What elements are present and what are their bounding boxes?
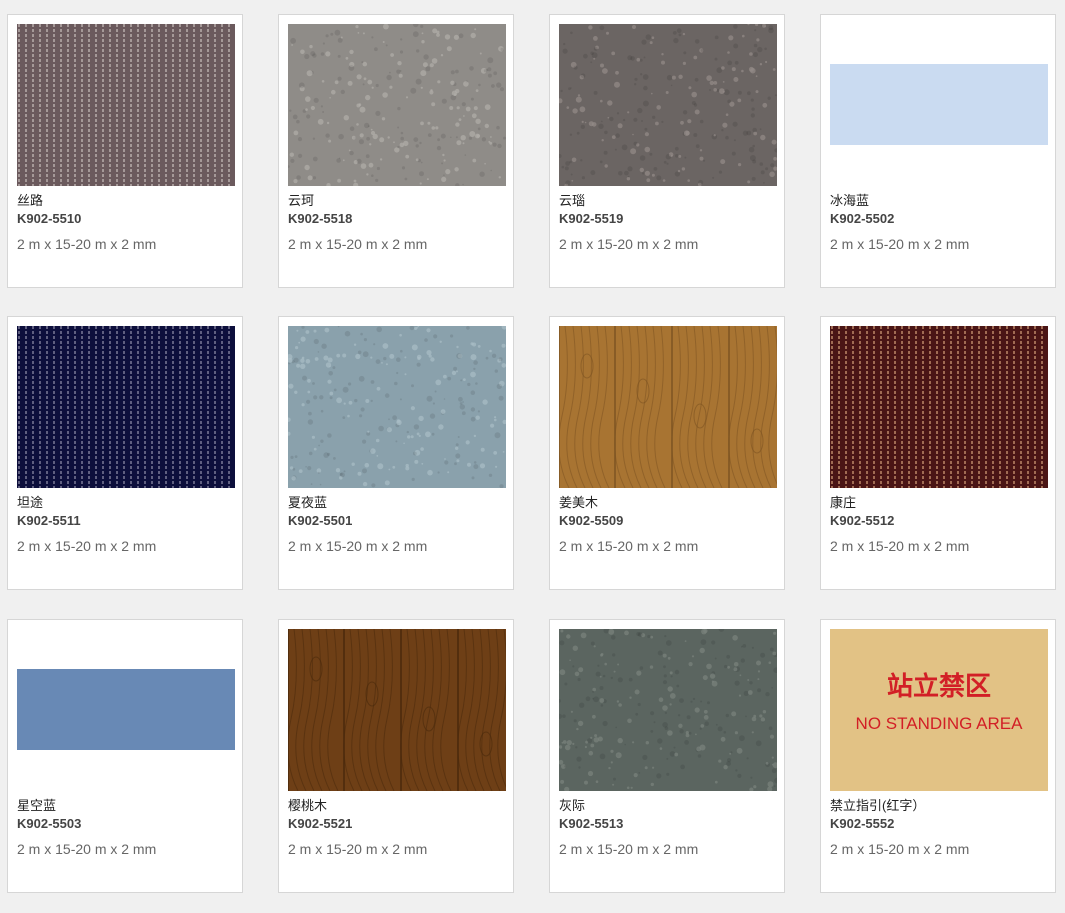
product-code: K902-5503: [17, 816, 82, 831]
product-name[interactable]: 坦途: [17, 494, 43, 511]
product-card[interactable]: 冰海蓝 K902-5502 2 m x 15-20 m x 2 mm: [820, 14, 1056, 288]
wood-swatch[interactable]: [288, 629, 506, 791]
product-code: K902-5552: [830, 816, 895, 831]
product-size: 2 m x 15-20 m x 2 mm: [17, 538, 157, 554]
solid-swatch[interactable]: [830, 64, 1048, 145]
product-name[interactable]: 禁立指引(红字）: [830, 797, 925, 814]
product-size: 2 m x 15-20 m x 2 mm: [830, 236, 970, 252]
product-size: 2 m x 15-20 m x 2 mm: [288, 236, 428, 252]
speckle-swatch[interactable]: [288, 24, 506, 186]
stripe-carpet-swatch[interactable]: [17, 24, 235, 186]
product-size: 2 m x 15-20 m x 2 mm: [17, 841, 157, 857]
solid-swatch[interactable]: [17, 669, 235, 750]
sign-chinese-text: 站立禁区: [887, 671, 991, 702]
product-code: K902-5509: [559, 513, 624, 528]
product-name[interactable]: 夏夜蓝: [288, 494, 327, 511]
product-card[interactable]: 坦途 K902-5511 2 m x 15-20 m x 2 mm: [7, 316, 243, 590]
stripe-carpet-swatch[interactable]: [17, 326, 235, 488]
product-name[interactable]: 丝路: [17, 192, 43, 209]
product-code: K902-5519: [559, 211, 624, 226]
product-name[interactable]: 星空蓝: [17, 797, 56, 814]
product-code: K902-5518: [288, 211, 353, 226]
product-code: K902-5521: [288, 816, 353, 831]
product-card[interactable]: 星空蓝 K902-5503 2 m x 15-20 m x 2 mm: [7, 619, 243, 893]
stripe-carpet-swatch[interactable]: [830, 326, 1048, 488]
sign-english-text: NO STANDING AREA: [856, 714, 1024, 733]
product-size: 2 m x 15-20 m x 2 mm: [559, 236, 699, 252]
product-card[interactable]: 夏夜蓝 K902-5501 2 m x 15-20 m x 2 mm: [278, 316, 514, 590]
product-name[interactable]: 姜美木: [559, 494, 598, 511]
product-code: K902-5511: [17, 513, 81, 528]
product-name[interactable]: 云珂: [288, 192, 314, 209]
speckle-swatch[interactable]: [559, 629, 777, 791]
product-card[interactable]: 姜美木 K902-5509 2 m x 15-20 m x 2 mm: [549, 316, 785, 590]
product-name[interactable]: 康庄: [830, 494, 856, 511]
product-card[interactable]: 站立禁区 NO STANDING AREA 禁立指引(红字） K902-5552 2…: [820, 619, 1056, 893]
product-card[interactable]: 灰际 K902-5513 2 m x 15-20 m x 2 mm: [549, 619, 785, 893]
product-name[interactable]: 樱桃木: [288, 797, 327, 814]
speckle-swatch[interactable]: [288, 326, 506, 488]
product-name[interactable]: 灰际: [559, 797, 585, 814]
product-size: 2 m x 15-20 m x 2 mm: [17, 236, 157, 252]
product-card[interactable]: 丝路 K902-5510 2 m x 15-20 m x 2 mm: [7, 14, 243, 288]
product-code: K902-5502: [830, 211, 895, 226]
product-card[interactable]: 云珂 K902-5518 2 m x 15-20 m x 2 mm: [278, 14, 514, 288]
product-size: 2 m x 15-20 m x 2 mm: [830, 538, 970, 554]
product-size: 2 m x 15-20 m x 2 mm: [559, 841, 699, 857]
product-card[interactable]: 云瑙 K902-5519 2 m x 15-20 m x 2 mm: [549, 14, 785, 288]
product-size: 2 m x 15-20 m x 2 mm: [830, 841, 970, 857]
product-size: 2 m x 15-20 m x 2 mm: [288, 538, 428, 554]
wood-swatch[interactable]: [559, 326, 777, 488]
product-code: K902-5501: [288, 513, 353, 528]
product-name[interactable]: 云瑙: [559, 192, 585, 209]
product-card[interactable]: 康庄 K902-5512 2 m x 15-20 m x 2 mm: [820, 316, 1056, 590]
product-size: 2 m x 15-20 m x 2 mm: [288, 841, 428, 857]
product-code: K902-5513: [559, 816, 624, 831]
product-card[interactable]: 樱桃木 K902-5521 2 m x 15-20 m x 2 mm: [278, 619, 514, 893]
product-name[interactable]: 冰海蓝: [830, 192, 869, 209]
product-code: K902-5512: [830, 513, 895, 528]
product-code: K902-5510: [17, 211, 82, 226]
product-size: 2 m x 15-20 m x 2 mm: [559, 538, 699, 554]
no-standing-sign-swatch[interactable]: 站立禁区 NO STANDING AREA: [830, 629, 1048, 791]
speckle-swatch[interactable]: [559, 24, 777, 186]
